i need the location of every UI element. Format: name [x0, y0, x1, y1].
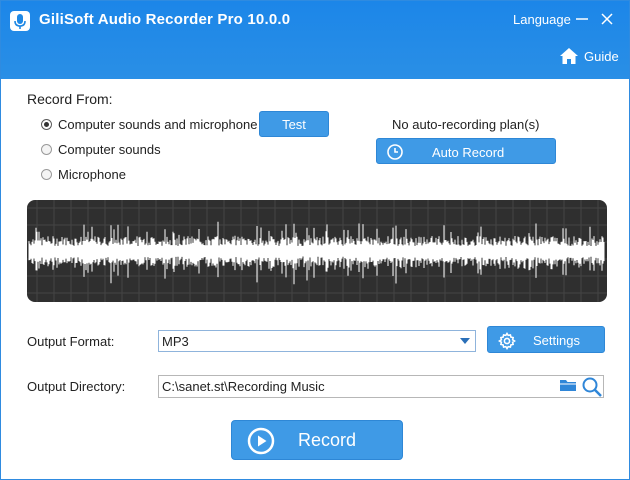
play-circle-icon	[247, 427, 275, 455]
minimize-icon[interactable]	[573, 10, 591, 28]
record-button[interactable]: Record	[231, 420, 403, 460]
radio-computer-sounds-and-microphone[interactable]: Computer sounds and microphone	[41, 117, 257, 132]
guide-button[interactable]: Guide	[559, 45, 619, 67]
output-format-select[interactable]: MP3	[158, 330, 476, 352]
record-label: Record	[298, 430, 357, 450]
settings-button[interactable]: Settings	[487, 326, 605, 353]
radio-button[interactable]	[41, 144, 52, 155]
radio-label: Computer sounds	[58, 142, 161, 157]
auto-recording-status: No auto-recording plan(s)	[392, 117, 540, 132]
auto-record-button[interactable]: Auto Record	[376, 138, 556, 164]
chevron-down-icon[interactable]	[459, 337, 471, 345]
title-bar: GiliSoft Audio Recorder Pro 10.0.0 Langu…	[1, 1, 629, 79]
folder-icon[interactable]	[559, 377, 577, 393]
guide-label: Guide	[584, 48, 619, 64]
app-window: GiliSoft Audio Recorder Pro 10.0.0 Langu…	[0, 0, 630, 480]
radio-label: Microphone	[58, 167, 126, 182]
output-directory-value: C:\sanet.st\Recording Music	[162, 379, 325, 394]
radio-button[interactable]	[41, 119, 52, 130]
waveform-trace	[28, 221, 605, 285]
app-title: GiliSoft Audio Recorder Pro 10.0.0	[39, 11, 291, 28]
home-icon	[560, 48, 578, 64]
radio-label: Computer sounds and microphone	[58, 117, 258, 132]
output-directory-field[interactable]: C:\sanet.st\Recording Music	[158, 375, 604, 398]
output-directory-label: Output Directory:	[27, 379, 126, 394]
output-format-value: MP3	[162, 334, 189, 349]
microphone-app-icon	[10, 11, 30, 31]
waveform-display	[27, 200, 607, 302]
clock-icon	[387, 144, 403, 160]
waveform-graphic	[27, 200, 607, 302]
test-button[interactable]: Test	[259, 111, 329, 137]
gear-icon	[498, 332, 516, 350]
language-menu[interactable]: Language	[513, 12, 571, 27]
close-icon[interactable]	[598, 10, 616, 28]
radio-computer-sounds[interactable]: Computer sounds	[41, 142, 161, 157]
search-icon[interactable]	[581, 376, 603, 398]
settings-label: Settings	[533, 333, 580, 348]
output-format-label: Output Format:	[27, 334, 115, 349]
record-from-label: Record From:	[27, 91, 113, 107]
auto-record-label: Auto Record	[432, 145, 505, 160]
radio-microphone[interactable]: Microphone	[41, 167, 126, 182]
radio-button[interactable]	[41, 169, 52, 180]
